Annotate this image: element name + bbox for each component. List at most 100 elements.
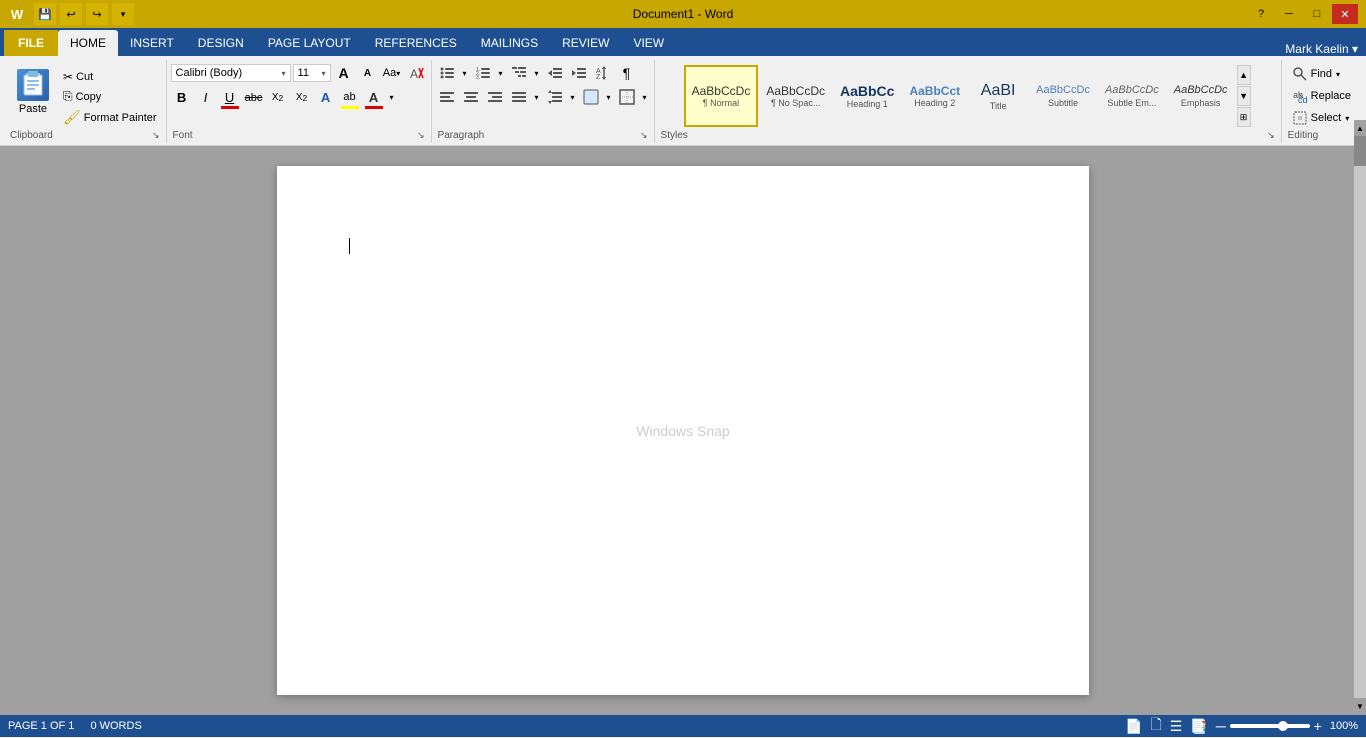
tab-mailings[interactable]: MAILINGS xyxy=(469,30,550,56)
find-button[interactable]: Find ▾ xyxy=(1286,64,1358,84)
tab-page-layout[interactable]: PAGE LAYOUT xyxy=(256,30,363,56)
maximize-button[interactable]: □ xyxy=(1304,4,1330,24)
zoom-level[interactable]: 100% xyxy=(1330,720,1358,732)
styles-expand-icon[interactable]: ↘ xyxy=(1267,130,1275,141)
numbering-dropdown[interactable]: ▾ xyxy=(496,62,506,84)
font-size-dropdown-arrow: ▾ xyxy=(322,69,326,78)
style-normal-preview: AaBbCcDc xyxy=(692,84,751,98)
show-hide-button[interactable]: ¶ xyxy=(616,62,638,84)
tab-insert[interactable]: INSERT xyxy=(118,30,186,56)
style-title-preview: AaBI xyxy=(981,81,1016,100)
italic-button[interactable]: I xyxy=(195,87,217,109)
style-subtitle[interactable]: AaBbCcDc Subtitle xyxy=(1029,65,1097,127)
style-heading2-preview: AaBbCct xyxy=(909,84,960,98)
shading-dropdown[interactable]: ▾ xyxy=(604,86,614,108)
styles-scroll-down[interactable]: ▼ xyxy=(1237,86,1251,106)
style-heading2[interactable]: AaBbCct Heading 2 xyxy=(902,65,967,127)
font-name-selector[interactable]: Calibri (Body) ▾ xyxy=(171,64,291,82)
vertical-scrollbar[interactable]: ▲ ▼ xyxy=(1354,146,1366,714)
qat-redo-button[interactable]: ↪ xyxy=(86,3,108,25)
clipboard-expand-icon[interactable]: ↘ xyxy=(152,130,160,141)
font-color-dropdown[interactable]: ▾ xyxy=(387,87,397,109)
replace-button[interactable]: abcd Replace xyxy=(1286,86,1358,106)
close-button[interactable]: ✕ xyxy=(1332,4,1358,24)
bullets-button[interactable] xyxy=(436,62,458,84)
tab-view[interactable]: VIEW xyxy=(621,30,676,56)
line-spacing-button[interactable] xyxy=(544,86,566,108)
bullets-dropdown[interactable]: ▾ xyxy=(460,62,470,84)
decrease-indent-button[interactable] xyxy=(544,62,566,84)
page[interactable]: Windows Snap xyxy=(277,166,1089,695)
scroll-track xyxy=(1354,146,1366,698)
zoom-thumb[interactable] xyxy=(1278,721,1288,731)
cut-icon: ✂ xyxy=(63,70,73,84)
qat-undo-button[interactable]: ↩ xyxy=(60,3,82,25)
paragraph-group: ▾ 1.2.3. ▾ ▾ AZ xyxy=(432,60,655,143)
sort-button[interactable]: AZ xyxy=(592,62,614,84)
clear-format-button[interactable]: A xyxy=(405,62,427,84)
numbering-button[interactable]: 1.2.3. xyxy=(472,62,494,84)
select-label: Select xyxy=(1311,112,1342,124)
help-button[interactable]: ? xyxy=(1248,4,1274,24)
qat-customize-button[interactable]: ▾ xyxy=(112,3,134,25)
multilevel-button[interactable] xyxy=(508,62,530,84)
tab-review[interactable]: REVIEW xyxy=(550,30,621,56)
change-case-button[interactable]: Aa▾ xyxy=(381,62,403,84)
document-area[interactable]: Windows Snap ▲ ▼ xyxy=(0,146,1366,715)
copy-button[interactable]: ⎘ Copy xyxy=(58,87,162,106)
style-no-spacing[interactable]: AaBbCcDc ¶ No Spac... xyxy=(759,65,832,127)
underline-button[interactable]: U xyxy=(219,86,241,108)
borders-dropdown[interactable]: ▾ xyxy=(640,86,650,108)
tab-home[interactable]: HOME xyxy=(58,30,118,56)
paste-button[interactable]: Paste xyxy=(8,64,58,120)
style-emphasis[interactable]: AaBbCcDc Emphasis xyxy=(1167,65,1235,127)
tab-file[interactable]: FILE xyxy=(4,30,58,56)
justify-button[interactable] xyxy=(508,86,530,108)
align-left-button[interactable] xyxy=(436,86,458,108)
subscript-button[interactable]: X2 xyxy=(267,87,289,109)
highlight-button[interactable]: ab xyxy=(339,86,361,108)
zoom-out-button[interactable]: ─ xyxy=(1216,718,1226,734)
line-spacing-dropdown[interactable]: ▾ xyxy=(568,86,578,108)
borders-button[interactable] xyxy=(616,86,638,108)
style-normal[interactable]: AaBbCcDc ¶ Normal xyxy=(684,65,759,127)
tab-design[interactable]: DESIGN xyxy=(186,30,256,56)
paragraph-expand-icon[interactable]: ↘ xyxy=(640,130,648,141)
print-layout-button[interactable]: 🗋 xyxy=(1150,714,1161,738)
shading-button[interactable] xyxy=(580,86,602,108)
font-size-selector[interactable]: 11 ▾ xyxy=(293,64,331,82)
increase-indent-button[interactable] xyxy=(568,62,590,84)
superscript-button[interactable]: X2 xyxy=(291,87,313,109)
styles-scroll-up[interactable]: ▲ xyxy=(1237,65,1251,85)
select-button[interactable]: Select ▾ xyxy=(1286,108,1358,128)
align-center-button[interactable] xyxy=(460,86,482,108)
language-button[interactable]: 📄 xyxy=(1125,718,1142,735)
style-subtle-emphasis[interactable]: AaBbCcDc Subtle Em... xyxy=(1098,65,1166,127)
text-effects-button[interactable]: A xyxy=(315,87,337,109)
cut-button[interactable]: ✂ Cut xyxy=(58,68,162,86)
zoom-track[interactable] xyxy=(1230,724,1310,728)
scroll-down-button[interactable]: ▼ xyxy=(1354,698,1366,714)
web-layout-button[interactable]: 📑 xyxy=(1190,718,1207,735)
paragraph-controls: ▾ 1.2.3. ▾ ▾ AZ xyxy=(436,62,650,108)
tab-references[interactable]: REFERENCES xyxy=(363,30,469,56)
format-painter-button[interactable]: 🖌 Format Painter xyxy=(58,107,162,128)
font-shrink-button[interactable]: A xyxy=(357,62,379,84)
font-grow-button[interactable]: A xyxy=(333,62,355,84)
zoom-in-button[interactable]: + xyxy=(1314,718,1322,734)
multilevel-dropdown[interactable]: ▾ xyxy=(532,62,542,84)
font-expand-icon[interactable]: ↘ xyxy=(417,130,425,141)
reading-layout-button[interactable]: ☰ xyxy=(1170,718,1183,735)
align-right-button[interactable] xyxy=(484,86,506,108)
font-color-button[interactable]: A xyxy=(363,86,385,108)
qat-save-button[interactable]: 💾 xyxy=(34,3,56,25)
bold-button[interactable]: B xyxy=(171,87,193,109)
minimize-button[interactable]: ─ xyxy=(1276,4,1302,24)
strikethrough-button[interactable]: abc xyxy=(243,87,265,109)
style-heading1[interactable]: AaBbCc Heading 1 xyxy=(833,65,901,127)
user-account[interactable]: Mark Kaelin ▾ xyxy=(1285,42,1366,56)
scroll-thumb[interactable] xyxy=(1354,146,1366,166)
justify-dropdown[interactable]: ▾ xyxy=(532,86,542,108)
styles-expand-button[interactable]: ⊞ xyxy=(1237,107,1251,127)
style-title[interactable]: AaBI Title xyxy=(968,65,1028,127)
